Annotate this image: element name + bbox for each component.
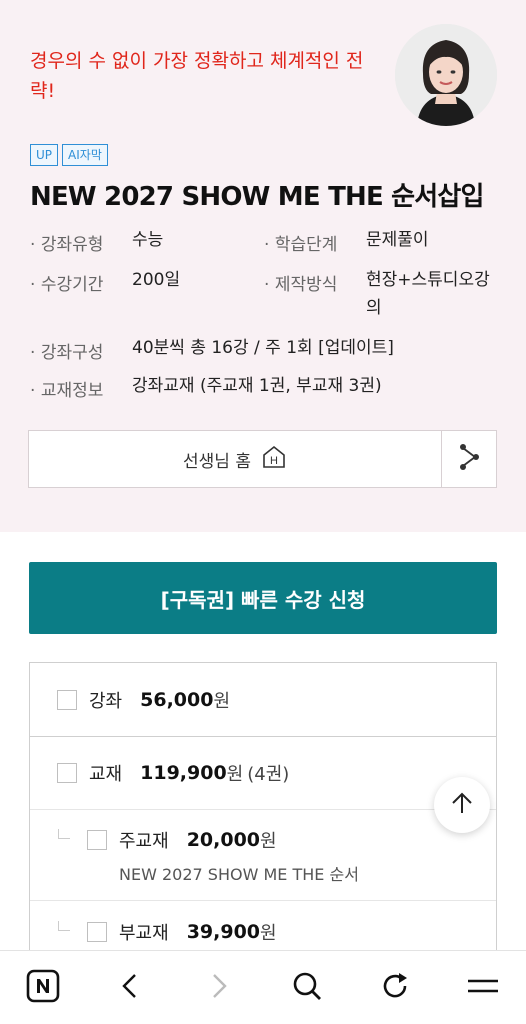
share-icon — [457, 442, 481, 476]
production-value: 현장+스튜디오강의 — [366, 270, 490, 318]
back-icon — [115, 971, 145, 1005]
naver-home-button[interactable] — [20, 965, 66, 1011]
main-book-checkbox[interactable] — [87, 830, 107, 850]
level-value: 문제풀이 — [366, 230, 429, 250]
period-label: 수강기간 — [30, 270, 104, 295]
quick-enroll-button[interactable]: [구독권] 빠른 수강 신청 — [29, 562, 497, 634]
page: 경우의 수 없이 가장 정확하고 체계적인 전략! UP AI자막 NEW 20… — [0, 0, 526, 1024]
divider — [30, 736, 496, 737]
level-label: 학습단계 — [264, 230, 338, 255]
main-book-description: NEW 2027 SHOW ME THE 순서 — [119, 865, 359, 884]
sub-book-price-unit: 원 — [260, 923, 277, 944]
divider — [30, 809, 496, 810]
teacher-avatar — [395, 24, 497, 126]
lecture-price: 56,000 — [140, 689, 214, 711]
sub-book-checkbox[interactable] — [87, 922, 107, 942]
option-sub-book[interactable]: 부교재 39,900 원 — [87, 919, 526, 945]
badge-ai-subtitle: AI자막 — [62, 144, 108, 166]
lecture-price-unit: 원 — [213, 691, 231, 712]
sub-item-indent — [58, 921, 70, 931]
composition-label: 강좌구성 — [30, 338, 104, 363]
browser-toolbar — [0, 950, 526, 1024]
main-book-price-unit: 원 — [260, 831, 277, 852]
divider — [30, 900, 496, 901]
forward-button[interactable] — [196, 965, 242, 1011]
lecture-name: 강좌 — [89, 691, 123, 712]
search-button[interactable] — [284, 965, 330, 1011]
home-icon-letter: H — [270, 455, 278, 467]
forward-icon — [204, 971, 234, 1005]
textbook-label: 교재정보 — [30, 376, 104, 401]
period-value: 200일 — [132, 270, 181, 290]
main-book-name: 주교재 — [119, 831, 169, 852]
sub-book-price: 39,900 — [186, 921, 261, 943]
textbook-price-unit: 원 — [226, 764, 244, 785]
production-label: 제작방식 — [264, 270, 338, 295]
teacher-home-label: 선생님 홈 — [183, 451, 251, 472]
search-icon — [291, 970, 323, 1006]
teacher-home-button[interactable]: 선생님 홈 H — [28, 430, 442, 488]
refresh-button[interactable] — [372, 965, 418, 1011]
naver-icon — [26, 969, 60, 1007]
course-badges: UP AI자막 — [30, 144, 108, 166]
course-type-value: 수능 — [132, 230, 164, 250]
menu-icon — [466, 974, 500, 1002]
textbook-count: (4권) — [247, 764, 290, 785]
course-header: 경우의 수 없이 가장 정확하고 체계적인 전략! UP AI자막 NEW 20… — [0, 0, 526, 532]
composition-value: 40분씩 총 16강 / 주 1회 [업데이트] — [132, 338, 394, 358]
arrow-up-icon — [449, 790, 475, 820]
refresh-icon — [379, 970, 411, 1006]
course-type-label: 강좌유형 — [30, 230, 104, 255]
purchase-options: 강좌 56,000 원 교재 119,900 원 (4권) 주교재 20,000… — [29, 662, 497, 982]
home-icon: H — [261, 444, 287, 475]
textbook-name: 교재 — [89, 764, 123, 785]
menu-button[interactable] — [460, 965, 506, 1011]
option-lecture[interactable]: 강좌 56,000 원 — [57, 687, 523, 713]
share-button[interactable] — [441, 430, 497, 488]
textbook-value: 강좌교재 (주교재 1권, 부교재 3권) — [132, 376, 382, 396]
textbook-checkbox[interactable] — [57, 763, 77, 783]
back-button[interactable] — [107, 965, 153, 1011]
main-book-price: 20,000 — [186, 829, 261, 851]
course-title: NEW 2027 SHOW ME THE 순서삽입 — [30, 182, 484, 212]
sub-book-name: 부교재 — [119, 923, 169, 944]
textbook-price: 119,900 — [140, 762, 227, 784]
lecture-checkbox[interactable] — [57, 690, 77, 710]
sub-item-indent — [58, 829, 70, 839]
course-slogan: 경우의 수 없이 가장 정확하고 체계적인 전략! — [30, 50, 364, 102]
scroll-to-top-button[interactable] — [434, 777, 490, 833]
badge-up: UP — [30, 144, 59, 166]
